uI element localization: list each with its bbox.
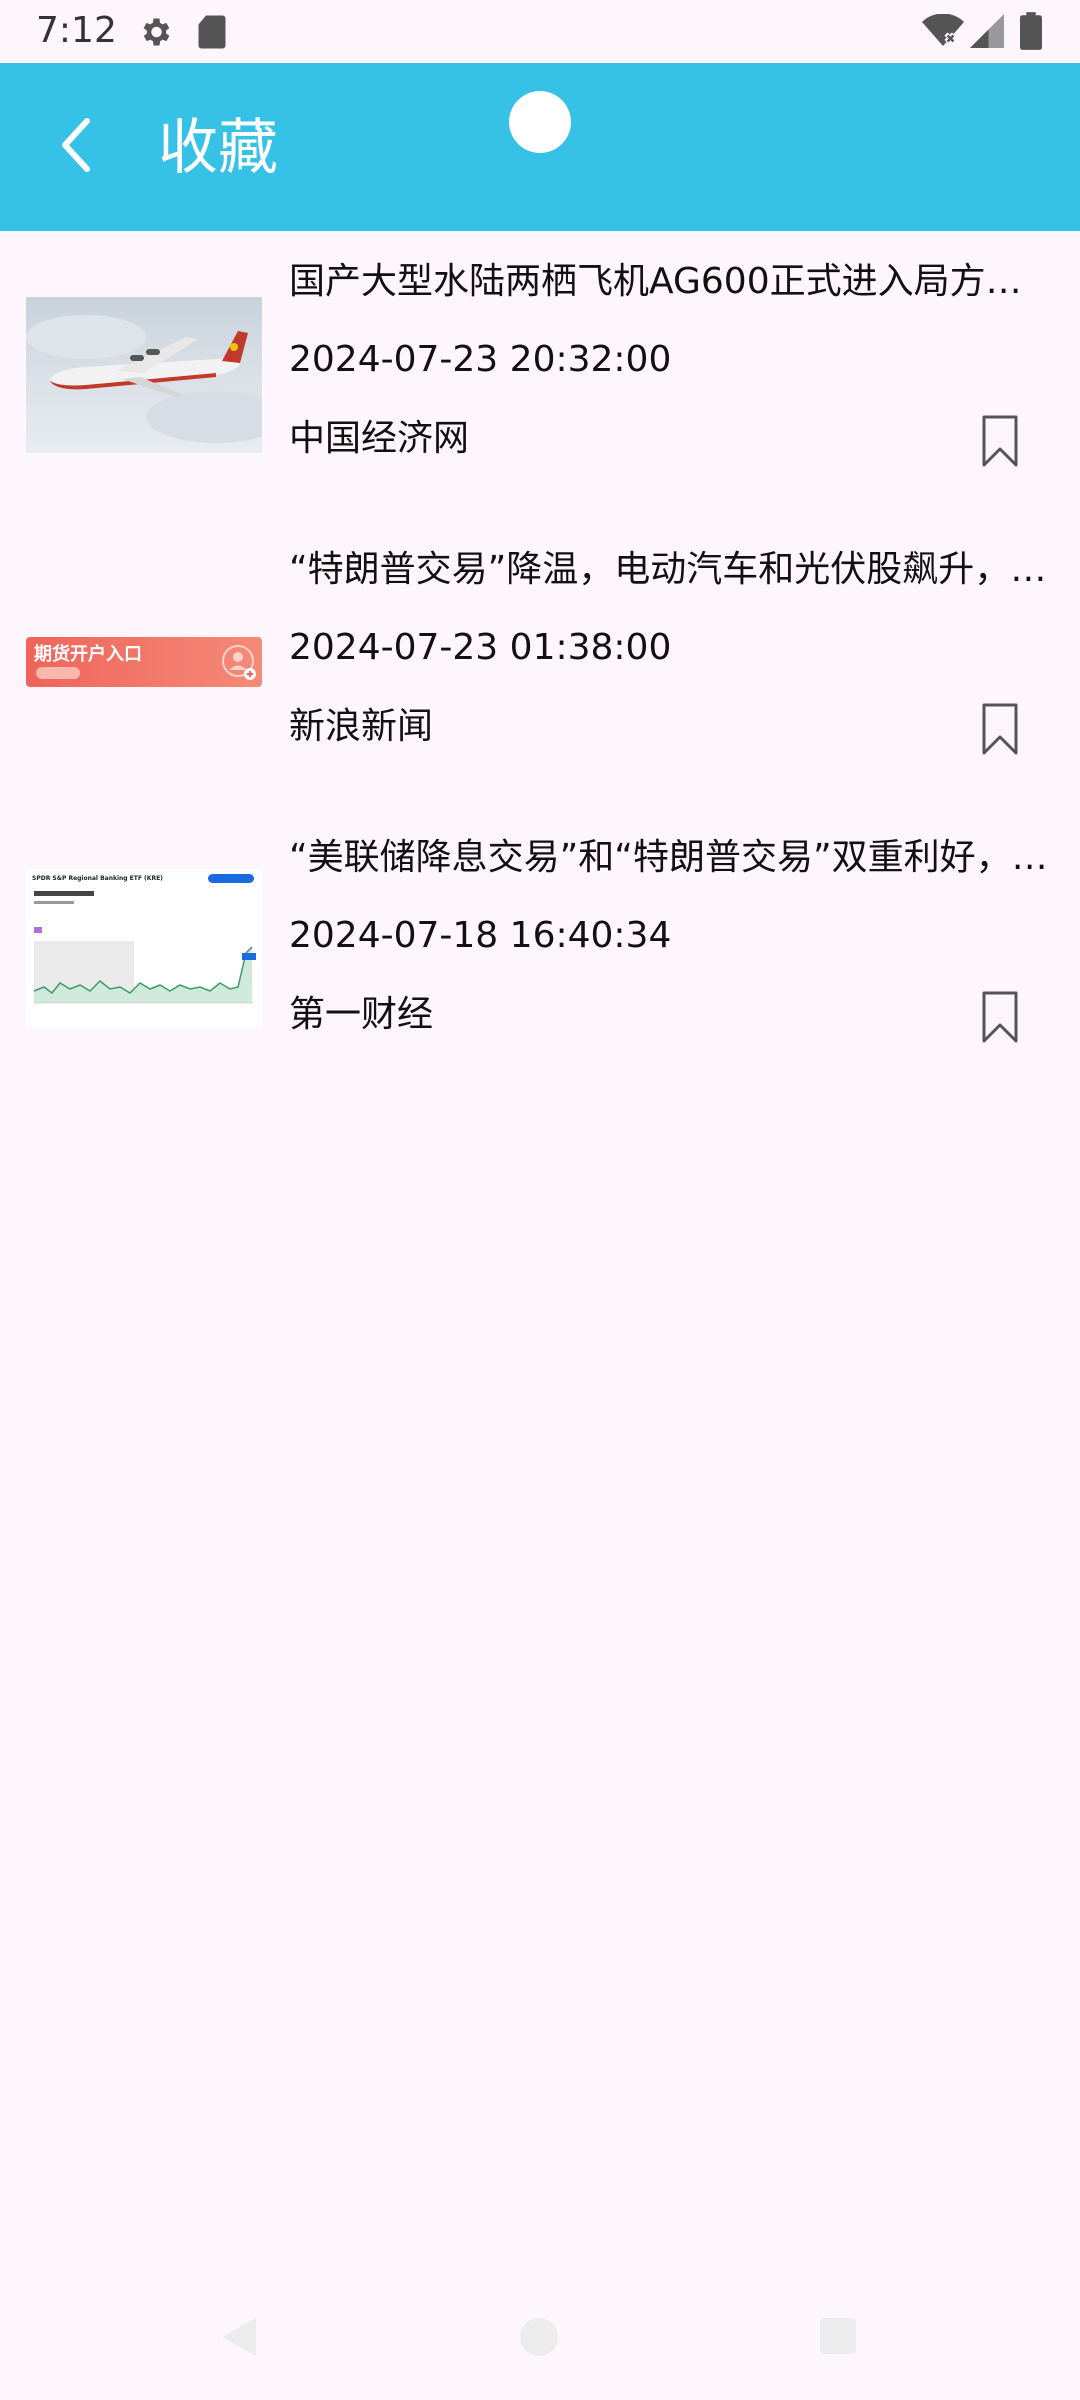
banner-pill [36, 667, 80, 679]
favorites-list: 国产大型水陆两栖飞机AG600正式进入局方审查试飞阶段 2024-07-23 2… [0, 231, 1080, 1095]
thumbnail-image [26, 297, 262, 453]
article-date: 2024-07-23 20:32:00 [289, 339, 672, 380]
cell-signal-icon [970, 14, 1004, 48]
airplane-photo [26, 297, 262, 453]
status-time: 7:12 [36, 10, 117, 51]
bookmark-icon[interactable] [980, 702, 1020, 756]
chevron-left-icon [62, 118, 90, 172]
list-item[interactable]: 国产大型水陆两栖飞机AG600正式进入局方审查试飞阶段 2024-07-23 2… [0, 231, 1080, 519]
bookmark-icon[interactable] [980, 990, 1020, 1044]
person-icon [222, 645, 256, 680]
article-source: 新浪新闻 [289, 706, 434, 747]
thumbnail-image: SPDR S&P Regional Banking ETF (KRE) [26, 869, 262, 1029]
wifi-off-icon [922, 14, 964, 46]
nav-recents-icon[interactable] [818, 2316, 858, 2356]
list-item[interactable]: 期货开户入口 “特朗普交易”降温，电动汽车和光伏股飙升，美股三大指数收涨 202… [0, 519, 1080, 807]
list-item[interactable]: SPDR S&P Regional Banking ETF (KRE) “美联储… [0, 807, 1080, 1095]
gear-icon [143, 18, 170, 46]
bookmark-icon[interactable] [980, 414, 1020, 468]
article-date: 2024-07-18 16:40:34 [289, 915, 672, 956]
nav-home-icon[interactable] [518, 2316, 560, 2358]
sd-card-icon [198, 15, 226, 49]
article-title: “美联储降息交易”和“特朗普交易”双重利好，美国地区银行股大涨 [289, 837, 1055, 878]
status-bar: 7:12 [0, 0, 1080, 63]
thumbnail-image: 期货开户入口 [26, 637, 262, 687]
article-source: 中国经济网 [289, 418, 470, 459]
article-title: “特朗普交易”降温，电动汽车和光伏股飙升，美股三大指数收涨 [289, 549, 1055, 590]
article-source: 第一财经 [289, 994, 434, 1035]
page-title: 收藏 [158, 113, 278, 183]
camera-cutout [509, 91, 571, 153]
nav-back-icon[interactable] [216, 2314, 260, 2360]
back-button[interactable] [40, 100, 110, 190]
stock-chart: SPDR S&P Regional Banking ETF (KRE) [26, 869, 262, 1029]
futures-banner: 期货开户入口 [26, 637, 262, 687]
system-nav-bar [0, 2290, 1080, 2400]
banner-text: 期货开户入口 [34, 644, 142, 665]
area-line-graphic [33, 891, 256, 1004]
battery-icon [1020, 12, 1042, 50]
article-title: 国产大型水陆两栖飞机AG600正式进入局方审查试飞阶段 [289, 261, 1055, 302]
article-date: 2024-07-23 01:38:00 [289, 627, 672, 668]
